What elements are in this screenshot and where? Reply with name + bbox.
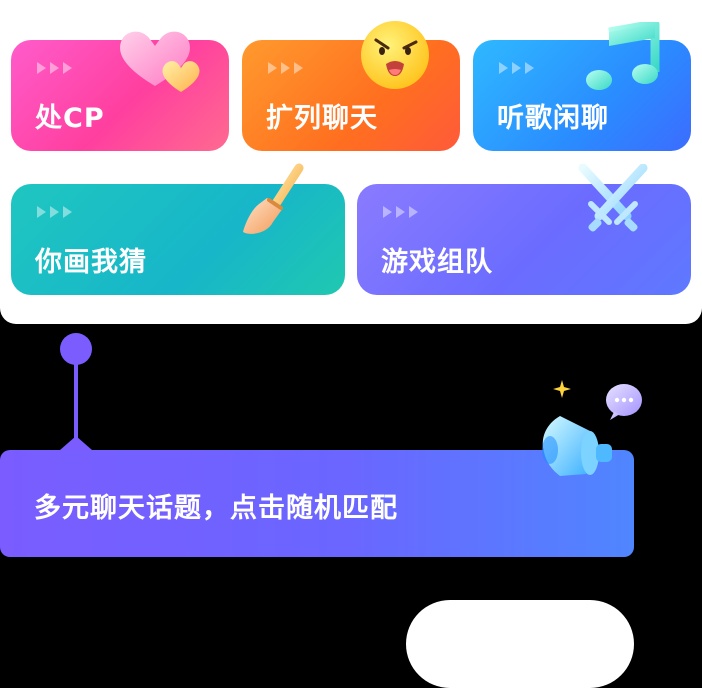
category-card-game-team[interactable]: 游戏组队 <box>357 164 691 295</box>
arrows-decoration <box>37 62 72 74</box>
arrows-decoration <box>37 206 72 218</box>
connector-line <box>74 360 78 438</box>
arrows-decoration <box>499 62 534 74</box>
category-card-music[interactable]: 听歌闲聊 <box>473 22 691 151</box>
music-note-icon <box>586 22 660 90</box>
category-label: 游戏组队 <box>381 247 493 278</box>
banner-text: 多元聊天话题，点击随机匹配 <box>34 493 398 524</box>
category-label: 你画我猜 <box>35 247 147 278</box>
arrows-decoration <box>268 62 303 74</box>
paintbrush-icon <box>243 163 304 234</box>
category-card-cp[interactable]: 处CP <box>11 31 229 151</box>
category-card-chat[interactable]: 扩列聊天 <box>242 21 460 151</box>
category-label: 扩列聊天 <box>266 103 378 134</box>
arrows-decoration <box>383 206 418 218</box>
category-panel: 处CP 扩列聊天 听歌闲聊 你画我猜 游戏组队 <box>0 0 702 324</box>
tooltip-pointer <box>60 436 92 450</box>
category-label: 听歌闲聊 <box>497 103 609 134</box>
category-label: 处CP <box>35 103 105 134</box>
megaphone-icon <box>542 380 642 476</box>
heart-icon <box>120 31 200 92</box>
emoji-face-icon <box>361 21 429 89</box>
action-button[interactable] <box>406 600 634 688</box>
crossed-swords-icon <box>578 164 648 232</box>
category-card-draw-guess[interactable]: 你画我猜 <box>11 163 345 295</box>
